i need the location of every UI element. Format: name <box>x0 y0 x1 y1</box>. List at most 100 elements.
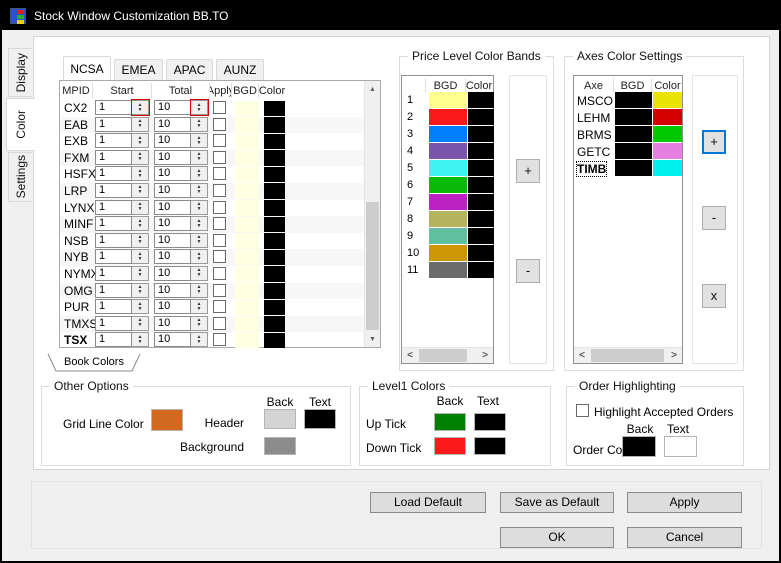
total-input[interactable]: 10 <box>154 282 191 298</box>
spin-down-icon[interactable]: ▼ <box>197 173 202 179</box>
spin-down-icon[interactable]: ▼ <box>197 323 202 328</box>
mpid-vertical-scrollbar[interactable]: ▲ ▼ <box>364 81 380 347</box>
start-input[interactable]: 1 <box>95 133 132 149</box>
band-color-swatch[interactable] <box>468 177 494 193</box>
band-bgd-swatch[interactable] <box>429 262 467 278</box>
scroll-up-icon[interactable]: ▲ <box>365 81 380 97</box>
start-input[interactable]: 1 <box>95 100 132 115</box>
tab-ncsa[interactable]: NCSA <box>63 56 111 80</box>
start-input[interactable]: 1 <box>95 332 132 348</box>
color-swatch[interactable] <box>264 299 285 316</box>
spin-down-icon[interactable]: ▼ <box>197 290 202 295</box>
spin-down-icon[interactable]: ▼ <box>138 290 143 295</box>
tab-apac[interactable]: APAC <box>166 59 213 80</box>
band-bgd-swatch[interactable] <box>429 126 467 142</box>
scroll-left-icon[interactable]: < <box>574 348 590 363</box>
total-input[interactable]: 10 <box>154 149 191 165</box>
scroll-right-icon[interactable]: > <box>477 348 493 363</box>
spinner-buttons[interactable]: ▲ ▼ <box>132 249 149 265</box>
bgd-swatch[interactable] <box>235 183 259 199</box>
bgd-swatch[interactable] <box>235 100 259 116</box>
bgd-swatch[interactable] <box>235 249 259 266</box>
total-input[interactable]: 10 <box>154 182 191 198</box>
apply-checkbox[interactable] <box>213 300 226 314</box>
spin-down-icon[interactable]: ▼ <box>197 339 202 345</box>
color-swatch[interactable] <box>264 266 285 282</box>
apply-checkbox[interactable] <box>213 200 226 214</box>
spin-down-icon[interactable]: ▼ <box>197 240 202 245</box>
start-input[interactable]: 1 <box>95 149 132 165</box>
color-swatch[interactable] <box>264 183 285 199</box>
spinner-buttons[interactable]: ▲ ▼ <box>132 133 149 149</box>
up-tick-back-swatch[interactable] <box>434 413 466 431</box>
spinner-buttons[interactable]: ▲ ▼ <box>132 315 149 331</box>
background-swatch[interactable] <box>264 437 296 455</box>
start-input[interactable]: 1 <box>95 116 132 132</box>
spinner-buttons[interactable]: ▲ ▼ <box>132 216 149 232</box>
bgd-swatch[interactable] <box>235 233 259 249</box>
spinner-buttons[interactable]: ▲ ▼ <box>191 216 208 232</box>
spin-down-icon[interactable]: ▼ <box>197 273 202 278</box>
bgd-swatch[interactable] <box>235 266 259 282</box>
axe-color-swatch[interactable] <box>653 143 682 159</box>
ok-button[interactable]: OK <box>500 527 614 548</box>
spin-down-icon[interactable]: ▼ <box>138 339 143 345</box>
bgd-swatch[interactable] <box>235 166 259 183</box>
bgd-swatch[interactable] <box>235 216 259 233</box>
apply-checkbox[interactable] <box>213 183 226 197</box>
bgd-swatch[interactable] <box>235 150 259 166</box>
start-input[interactable]: 1 <box>95 232 132 248</box>
axe-bgd-swatch[interactable] <box>615 143 652 159</box>
color-swatch[interactable] <box>264 332 285 349</box>
spinner-buttons[interactable]: ▲ ▼ <box>132 265 149 281</box>
spin-down-icon[interactable]: ▼ <box>197 190 202 195</box>
axe-bgd-swatch[interactable] <box>615 92 652 108</box>
order-back-swatch[interactable] <box>622 436 656 457</box>
spinner-buttons[interactable]: ▲ ▼ <box>191 166 208 182</box>
band-bgd-swatch[interactable] <box>429 92 467 108</box>
spinner-buttons[interactable]: ▲ ▼ <box>131 99 150 116</box>
spinner-buttons[interactable]: ▲ ▼ <box>191 116 208 132</box>
load-default-button[interactable]: Load Default <box>370 492 486 513</box>
bgd-swatch[interactable] <box>235 332 259 349</box>
scroll-right-icon[interactable]: > <box>666 348 682 363</box>
band-color-swatch[interactable] <box>468 245 494 261</box>
apply-button[interactable]: Apply <box>627 492 742 513</box>
axe-color-swatch[interactable] <box>653 126 682 142</box>
highlight-accepted-orders-checkbox[interactable] <box>576 404 589 417</box>
bgd-swatch[interactable] <box>235 200 259 216</box>
spinner-buttons[interactable]: ▲ ▼ <box>191 133 208 149</box>
axe-color-swatch[interactable] <box>653 92 682 108</box>
spinner-buttons[interactable]: ▲ ▼ <box>191 299 208 315</box>
apply-checkbox[interactable] <box>213 217 226 231</box>
total-input[interactable]: 10 <box>154 216 191 232</box>
color-swatch[interactable] <box>264 100 285 116</box>
band-color-swatch[interactable] <box>468 143 494 159</box>
axes-horizontal-scrollbar[interactable]: < > <box>574 347 682 363</box>
spinner-buttons[interactable]: ▲ ▼ <box>191 149 208 165</box>
spinner-buttons[interactable]: ▲ ▼ <box>132 166 149 182</box>
color-swatch[interactable] <box>264 233 285 249</box>
color-swatch[interactable] <box>264 133 285 150</box>
start-input[interactable]: 1 <box>95 299 132 315</box>
spin-down-icon[interactable]: ▼ <box>138 190 143 195</box>
spin-down-icon[interactable]: ▼ <box>197 107 202 113</box>
scrollbar-thumb[interactable] <box>419 349 467 362</box>
total-input[interactable]: 10 <box>154 249 191 265</box>
spin-down-icon[interactable]: ▼ <box>197 306 202 312</box>
spin-down-icon[interactable]: ▼ <box>138 107 143 113</box>
band-bgd-swatch[interactable] <box>429 228 467 244</box>
bgd-swatch[interactable] <box>235 316 259 332</box>
band-bgd-swatch[interactable] <box>429 177 467 193</box>
start-input[interactable]: 1 <box>95 249 132 265</box>
color-swatch[interactable] <box>264 216 285 233</box>
spinner-buttons[interactable]: ▲ ▼ <box>132 149 149 165</box>
apply-checkbox[interactable] <box>213 333 226 347</box>
tab-color[interactable]: Color <box>6 98 35 151</box>
book-colors-tab[interactable]: Book Colors <box>47 353 141 372</box>
spinner-buttons[interactable]: ▲ ▼ <box>191 315 208 331</box>
total-input[interactable]: 10 <box>154 100 191 115</box>
start-input[interactable]: 1 <box>95 166 132 182</box>
bgd-swatch[interactable] <box>235 283 259 299</box>
spinner-buttons[interactable]: ▲ ▼ <box>190 99 209 116</box>
